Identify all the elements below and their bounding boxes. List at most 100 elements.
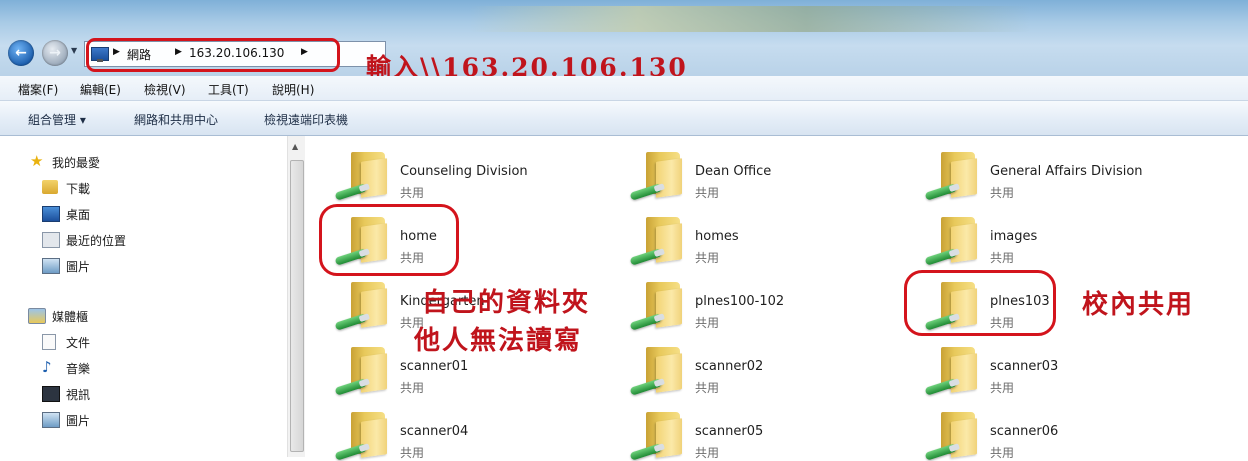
- menu-help[interactable]: 說明(H): [272, 81, 314, 98]
- share-name: Counseling Division: [400, 164, 528, 179]
- address-highlight-circle: [86, 38, 340, 72]
- network-share-folder-icon: [629, 150, 684, 201]
- share-type: 共用: [990, 186, 1015, 200]
- nav-item-label: 圖片: [66, 414, 91, 428]
- plnes103-annotation: 校內共用: [1082, 290, 1195, 320]
- recent-pages-dropdown[interactable]: ▼: [71, 46, 77, 55]
- share-name: images: [990, 229, 1038, 244]
- library-icon: [28, 308, 46, 324]
- nav-item-pictures[interactable]: 圖片: [0, 256, 200, 276]
- nav-libraries[interactable]: 媒體櫃: [0, 306, 200, 326]
- menu-tools[interactable]: 工具(T): [208, 81, 249, 98]
- forward-button[interactable]: →: [42, 40, 68, 66]
- star-icon: ★: [30, 152, 44, 170]
- menu-edit[interactable]: 編輯(E): [80, 81, 121, 98]
- share-folder-item[interactable]: Dean Office 共用: [610, 144, 900, 201]
- network-share-folder-icon: [924, 215, 979, 266]
- nav-item-label: 最近的位置: [66, 234, 127, 248]
- share-name: scanner03: [990, 359, 1059, 374]
- recent-places-icon: [42, 232, 60, 248]
- navigation-pane: ★ 我的最愛 下載 桌面 最近的位置 圖片 媒體櫃 文件 ♪ 音樂 視訊 圖片: [0, 136, 286, 457]
- scroll-up-icon[interactable]: ▲: [292, 142, 298, 151]
- share-type: 共用: [695, 316, 720, 330]
- nav-libraries-label: 媒體櫃: [52, 310, 89, 324]
- share-type: 共用: [695, 446, 720, 460]
- menu-bar: 檔案(F) 編輯(E) 檢視(V) 工具(T) 說明(H): [0, 76, 1248, 101]
- nav-item-label: 文件: [66, 336, 91, 350]
- scrollbar-thumb[interactable]: [290, 160, 304, 452]
- music-note-icon: ♪: [42, 358, 52, 376]
- share-folder-item[interactable]: scanner03 共用: [905, 339, 1195, 396]
- share-type: 共用: [990, 381, 1015, 395]
- nav-item-desktop[interactable]: 桌面: [0, 204, 200, 224]
- menu-file[interactable]: 檔案(F): [18, 81, 58, 98]
- nav-item-label: 下載: [66, 182, 91, 196]
- nav-item-label: 圖片: [66, 260, 91, 274]
- share-name: scanner01: [400, 359, 469, 374]
- nav-item-documents[interactable]: 文件: [0, 332, 200, 352]
- network-share-folder-icon: [629, 410, 684, 461]
- pictures-icon: [42, 412, 60, 428]
- network-share-folder-icon: [629, 215, 684, 266]
- nav-item-recent[interactable]: 最近的位置: [0, 230, 200, 250]
- network-share-folder-icon: [924, 345, 979, 396]
- share-type: 共用: [990, 446, 1015, 460]
- nav-item-label: 視訊: [66, 388, 91, 402]
- share-type: 共用: [695, 186, 720, 200]
- plnes103-highlight-circle: [904, 270, 1056, 336]
- back-button[interactable]: ←: [8, 40, 34, 66]
- forward-arrow-icon: →: [49, 45, 61, 61]
- pictures-icon: [42, 258, 60, 274]
- nav-item-label: 桌面: [66, 208, 91, 222]
- nav-favorites[interactable]: ★ 我的最愛: [0, 152, 200, 172]
- home-highlight-circle: [319, 204, 459, 276]
- nav-item-videos[interactable]: 視訊: [0, 384, 200, 404]
- network-share-folder-icon: [924, 150, 979, 201]
- share-name: homes: [695, 229, 739, 244]
- nav-item-lib-pictures[interactable]: 圖片: [0, 410, 200, 430]
- organize-button[interactable]: 組合管理 ▾: [28, 111, 86, 128]
- downloads-folder-icon: [42, 180, 58, 194]
- nav-scrollbar[interactable]: ▲: [287, 136, 305, 457]
- share-name: plnes100-102: [695, 294, 785, 309]
- view-printers-button[interactable]: 檢視遠端印表機: [264, 111, 348, 128]
- document-icon: [42, 334, 56, 350]
- menu-view[interactable]: 檢視(V): [144, 81, 186, 98]
- home-annotation-line1: 自己的資料夾: [422, 288, 591, 318]
- share-folder-item[interactable]: plnes100-102 共用: [610, 274, 900, 331]
- network-share-folder-icon: [334, 410, 389, 461]
- nav-item-downloads[interactable]: 下載: [0, 178, 200, 198]
- share-name: General Affairs Division: [990, 164, 1143, 179]
- video-icon: [42, 386, 60, 402]
- share-folder-item[interactable]: scanner04 共用: [315, 404, 605, 461]
- share-type: 共用: [695, 251, 720, 265]
- nav-favorites-label: 我的最愛: [52, 156, 101, 170]
- share-name: scanner02: [695, 359, 764, 374]
- share-type: 共用: [400, 446, 425, 460]
- share-name: scanner05: [695, 424, 764, 439]
- network-share-folder-icon: [629, 345, 684, 396]
- share-type: 共用: [990, 251, 1015, 265]
- network-share-folder-icon: [334, 280, 389, 331]
- share-name: scanner06: [990, 424, 1059, 439]
- network-share-folder-icon: [629, 280, 684, 331]
- share-folder-item[interactable]: scanner06 共用: [905, 404, 1195, 461]
- share-folder-item[interactable]: images 共用: [905, 209, 1195, 266]
- home-annotation-line2: 他人無法讀寫: [414, 326, 583, 356]
- network-share-folder-icon: [334, 150, 389, 201]
- share-folder-item[interactable]: Counseling Division 共用: [315, 144, 605, 201]
- network-center-button[interactable]: 網路和共用中心: [134, 111, 218, 128]
- nav-item-label: 音樂: [66, 362, 91, 376]
- share-type: 共用: [695, 381, 720, 395]
- share-folder-item[interactable]: scanner05 共用: [610, 404, 900, 461]
- desktop-icon: [42, 206, 60, 222]
- share-folder-item[interactable]: General Affairs Division 共用: [905, 144, 1195, 201]
- share-type: 共用: [400, 186, 425, 200]
- share-folder-item[interactable]: homes 共用: [610, 209, 900, 266]
- share-folder-item[interactable]: scanner02 共用: [610, 339, 900, 396]
- nav-item-music[interactable]: ♪ 音樂: [0, 358, 200, 378]
- network-share-folder-icon: [924, 410, 979, 461]
- share-name: Dean Office: [695, 164, 772, 179]
- back-arrow-icon: ←: [15, 45, 27, 61]
- network-share-folder-icon: [334, 345, 389, 396]
